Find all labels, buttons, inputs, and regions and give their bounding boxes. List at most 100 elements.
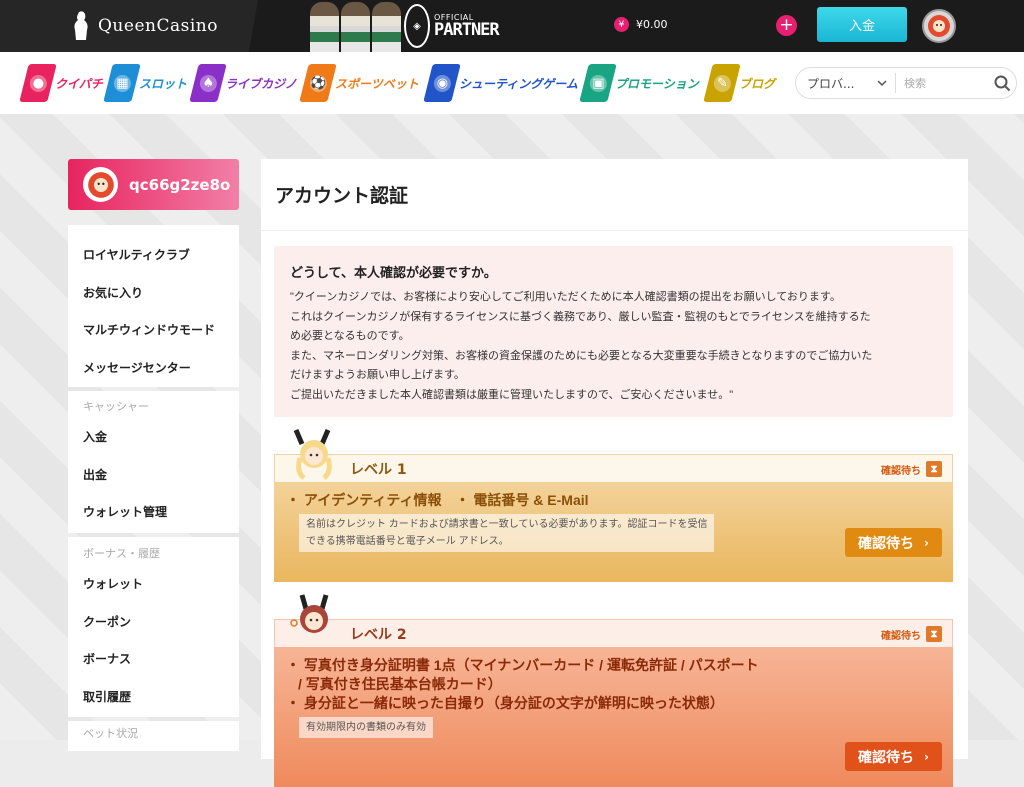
- level-1-body: ・ アイデンティティ情報 ・ 電話番号 & E-Mail 名前はクレジット カー…: [274, 482, 953, 582]
- nav-label: スポーツベット: [335, 76, 419, 91]
- level-2-requirement: ・ 身分証と一緒に映った自撮り（身分証の文字が鮮明に映った状態）: [286, 695, 724, 711]
- level-1-requirement: ・ アイデンティティ情報 ・ 電話番号 & E-Mail: [286, 492, 589, 508]
- daruma-avatar-icon: [928, 15, 950, 37]
- queen-silhouette-icon: [74, 11, 88, 41]
- yen-icon: ¥: [614, 17, 629, 32]
- sidebar-heading-bonus: ボーナス・履歴: [83, 547, 160, 560]
- bunny-girl-mascot-icon: [293, 429, 332, 480]
- club-crest-icon: ◈: [404, 4, 430, 48]
- search-bar: プロバ... 検索: [795, 67, 1017, 99]
- nav-label: プロモーション: [615, 76, 699, 91]
- nav-item-promotion[interactable]: ▣ プロモーション: [579, 61, 699, 105]
- level-2-note-line: 有効期限内の書類のみ有効: [306, 722, 426, 733]
- balance-display[interactable]: ¥ ¥0.00: [614, 17, 668, 32]
- gift-icon: ▣: [579, 64, 617, 102]
- blog-icon: ✎: [703, 64, 741, 102]
- quipachi-icon: ●: [19, 64, 57, 102]
- nav-item-shooting[interactable]: ◉ シューティングゲーム: [423, 61, 578, 105]
- provider-select[interactable]: プロバ...: [796, 73, 896, 93]
- verification-level-1: レベル 1 確認待ち ⧗ ・ アイデンティティ情報 ・ 電話番号 & E-Mai…: [274, 429, 953, 582]
- level-2-status-text: 確認待ち: [881, 630, 921, 642]
- sidebar-item-wallet-management[interactable]: ウォレット管理: [68, 493, 239, 531]
- level-2-requirement-continued: / 写真付き住民基本台帳カード）: [298, 676, 502, 692]
- level-1-note: 名前はクレジット カードおよび請求書と一致している必要があります。認証コードを受…: [299, 514, 715, 552]
- hourglass-icon: ⧗: [926, 626, 942, 642]
- level-2-body: ・ 写真付き身分証明書 1点（マイナンバーカード / 運転免許証 / パスポート…: [274, 647, 953, 787]
- reason-line: だけますようお願い申し上げます。: [290, 369, 465, 381]
- add-funds-button[interactable]: +: [776, 15, 797, 36]
- username: qc66g2ze8o: [129, 175, 231, 194]
- search-button[interactable]: [988, 75, 1016, 92]
- sidebar-menu-cashier: キャッシャー 入金 出金 ウォレット管理: [68, 391, 239, 533]
- shooting-icon: ◉: [423, 64, 461, 102]
- nav-item-sports[interactable]: ⚽ スポーツベット: [299, 61, 419, 105]
- chevron-down-icon: [877, 79, 887, 86]
- top-bar: QueenCasino ◈ OFFICIAL PARTNER ¥ ¥0.00 +…: [0, 0, 1024, 52]
- user-profile-card[interactable]: qc66g2ze8o: [68, 159, 239, 210]
- reason-line: これはクイーンカジノが保有するライセンスに基づく義務であり、厳しい監査・監視のも…: [290, 310, 871, 323]
- level-2-note: 有効期限内の書類のみ有効: [299, 717, 433, 738]
- chevron-right-icon: ›: [924, 535, 929, 550]
- search-input[interactable]: 検索: [896, 75, 988, 91]
- partner-players-image: [310, 0, 402, 52]
- level-2-status-badge: 確認待ち ⧗: [881, 626, 942, 642]
- nav-item-live-casino[interactable]: ♠ ライブカジノ: [189, 61, 297, 105]
- level-1-header: レベル 1 確認待ち ⧗: [274, 454, 953, 482]
- daruma-avatar-icon: [83, 167, 118, 202]
- nav-label: クイパチ: [55, 76, 103, 91]
- level-1-verify-button[interactable]: 確認待ち ›: [845, 528, 942, 557]
- balance-amount: ¥0.00: [636, 18, 668, 31]
- sidebar-heading-bets: ベット状況: [83, 727, 138, 740]
- level-2-requirement: ・ 写真付き身分証明書 1点（マイナンバーカード / 運転免許証 / パスポート: [286, 657, 759, 673]
- sidebar-item-transaction-history[interactable]: 取引履歴: [68, 678, 239, 716]
- chevron-right-icon: ›: [924, 749, 929, 764]
- nav-item-blog[interactable]: ✎ ブログ: [703, 61, 776, 105]
- level-1-note-line: できる携帯電話番号と電子メール アドレス。: [306, 536, 509, 547]
- bunny-girl-mascot-icon: [290, 594, 329, 633]
- nav-label: ライブカジノ: [225, 76, 297, 91]
- main-navigation: ● クイパチ ▦ スロット ♠ ライブカジノ ⚽ スポーツベット ◉ シューティ…: [0, 52, 1024, 114]
- deposit-button[interactable]: 入金: [817, 7, 907, 42]
- level-1-title: レベル 1: [350, 461, 407, 478]
- sidebar-item-deposit[interactable]: 入金: [68, 418, 239, 456]
- reason-line: め必要となるものです。: [290, 330, 410, 342]
- hourglass-icon: ⧗: [926, 461, 942, 477]
- verification-level-2: レベル 2 確認待ち ⧗ ・ 写真付き身分証明書 1点（マイナンバーカード / …: [274, 594, 953, 787]
- level-2-title: レベル 2: [350, 626, 407, 643]
- level-2-verify-button[interactable]: 確認待ち ›: [845, 742, 942, 771]
- sidebar-item-favorites[interactable]: お気に入り: [68, 274, 239, 312]
- sidebar-item-message-center[interactable]: メッセージセンター: [68, 349, 239, 387]
- nav-item-slot[interactable]: ▦ スロット: [103, 61, 188, 105]
- sidebar-item-coupon[interactable]: クーポン: [68, 603, 239, 641]
- level-1-status-text: 確認待ち: [881, 465, 921, 477]
- nav-item-quipachi[interactable]: ● クイパチ: [19, 61, 103, 105]
- sidebar-item-bonus[interactable]: ボーナス: [68, 640, 239, 678]
- slot-icon: ▦: [103, 64, 141, 102]
- official-partner-badge: ◈ OFFICIAL PARTNER: [404, 4, 500, 48]
- level-2-requirement-text: 写真付き身分証明書 1点（マイナンバーカード / 運転免許証 / パスポート: [303, 657, 759, 673]
- sidebar-menu-bonus: ボーナス・履歴 ウォレット クーポン ボーナス 取引履歴: [68, 537, 239, 717]
- level-1-button-label: 確認待ち: [858, 535, 915, 552]
- page-title: アカウント認証: [261, 159, 968, 231]
- nav-label: シューティングゲーム: [459, 76, 578, 91]
- live-casino-icon: ♠: [189, 64, 227, 102]
- sidebar-item-loyalty-club[interactable]: ロイヤルティクラブ: [68, 236, 239, 274]
- sidebar-menu-bets: ベット状況: [68, 721, 239, 751]
- nav-label: スロット: [139, 76, 188, 91]
- account-verification-panel: アカウント認証 どうして、本人確認が必要ですか。 "クイーンカジノでは、お客様に…: [261, 159, 968, 787]
- logo-text: QueenCasino: [98, 16, 218, 36]
- level-1-requirement-text: アイデンティティ情報 ・ 電話番号 & E-Mail: [303, 492, 589, 508]
- nav-label: ブログ: [739, 76, 776, 91]
- reason-line: "クイーンカジノでは、お客様により安心してご利用いただくために本人確認書類の提出…: [290, 291, 841, 303]
- reason-line: ご提出いただきました本人確認書類は厳重に管理いたしますので、ご安心くださいませ。…: [290, 388, 734, 401]
- sidebar-item-multi-window[interactable]: マルチウィンドウモード: [68, 311, 239, 349]
- site-logo[interactable]: QueenCasino: [70, 10, 218, 42]
- user-avatar[interactable]: [922, 9, 956, 43]
- sidebar-item-withdraw[interactable]: 出金: [68, 456, 239, 494]
- sidebar-item-wallet[interactable]: ウォレット: [68, 565, 239, 603]
- reason-line: また、マネーロンダリング対策、お客様の資金保護のためにも必要となる大変重要な手続…: [290, 349, 873, 362]
- sidebar-menu-account: ロイヤルティクラブ お気に入り マルチウィンドウモード メッセージセンター: [68, 225, 239, 387]
- level-1-note-line: 名前はクレジット カードおよび請求書と一致している必要があります。認証コードを受…: [306, 519, 708, 530]
- level-1-status-badge: 確認待ち ⧗: [881, 461, 942, 477]
- reason-title: どうして、本人確認が必要ですか。: [290, 266, 497, 281]
